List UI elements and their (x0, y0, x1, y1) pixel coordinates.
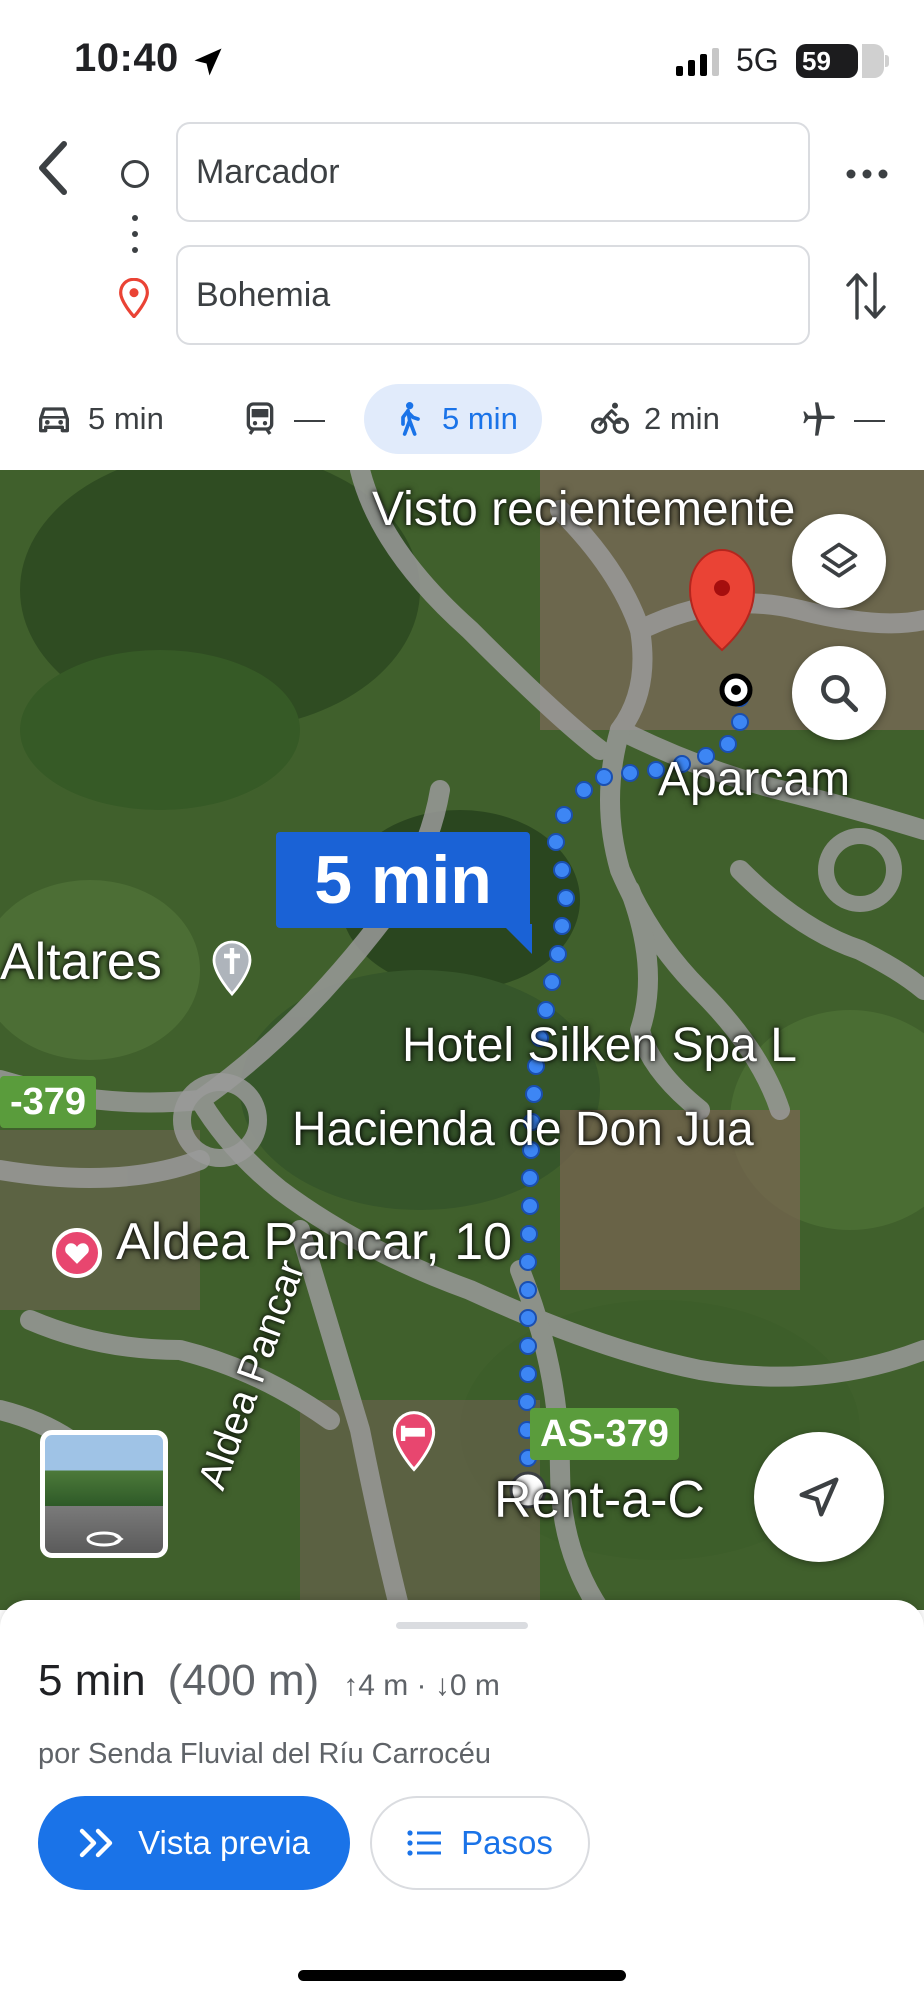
label-aldea-address: Aldea Pancar, 10 (116, 1213, 513, 1271)
search-icon (821, 675, 859, 713)
preview-button[interactable]: Vista previa (38, 1796, 350, 1890)
more-options-icon[interactable] (842, 156, 892, 192)
bike-icon (591, 402, 629, 434)
route-elevation: ↑4 m · ↓0 m (343, 1669, 500, 1702)
route-dots-icon (132, 215, 138, 253)
mode-walking[interactable]: 5 min (364, 384, 542, 454)
mode-walking-label: 5 min (442, 401, 518, 436)
church-pin-icon (212, 940, 252, 996)
mode-flight[interactable]: — (800, 384, 885, 454)
mode-driving-label: 5 min (88, 401, 164, 436)
battery-icon: 59 (796, 44, 889, 78)
travel-mode-bar: 5 min — 5 min 2 min — (0, 384, 924, 456)
steps-button[interactable]: Pasos (370, 1796, 590, 1890)
label-recently-viewed: Visto recientemente (372, 483, 796, 536)
mode-driving[interactable]: 5 min (34, 384, 164, 454)
preview-button-label: Vista previa (138, 1824, 310, 1861)
list-icon (407, 1829, 443, 1857)
map-view[interactable]: Visto recientemente Aparcam Altares Hote… (0, 470, 924, 1610)
street-view-360-icon (86, 1531, 124, 1547)
sheet-drag-handle[interactable] (396, 1622, 528, 1629)
road-badge-left: -379 (0, 1076, 97, 1128)
car-icon (39, 407, 70, 433)
label-hotel-line1: Hotel Silken Spa L (402, 1019, 797, 1072)
origin-input[interactable]: Marcador (176, 122, 810, 222)
destination-pin-icon (119, 278, 149, 318)
location-arrow-icon (194, 48, 222, 76)
status-time: 10:40 (74, 36, 179, 80)
steps-button-label: Pasos (461, 1824, 553, 1861)
layers-icon (820, 542, 858, 578)
label-hotel-line2: Hacienda de Don Jua (292, 1103, 754, 1156)
label-parking: Aparcam (658, 753, 851, 806)
mode-flight-label: — (854, 401, 885, 436)
saved-place-heart-icon (52, 1228, 102, 1278)
walk-icon (401, 402, 420, 436)
search-along-route-button[interactable] (792, 646, 886, 740)
flight-icon (803, 402, 835, 436)
route-details-sheet: 5 min (400 m) ↑4 m · ↓0 m por Senda Fluv… (0, 1600, 924, 2000)
hotel-pin-icon (392, 1411, 436, 1472)
label-altares: Altares (0, 933, 162, 991)
home-indicator (298, 1970, 626, 1981)
double-chevron-icon (78, 1826, 120, 1860)
route-time-callout: 5 min (276, 832, 532, 954)
network-type: 5G (736, 42, 779, 78)
transit-icon (246, 402, 274, 435)
layers-button[interactable] (792, 514, 886, 608)
destination-input[interactable]: Bohemia (176, 245, 810, 345)
battery-level: 59 (802, 46, 831, 76)
route-via: por Senda Fluvial del Ríu Carrocéu (38, 1738, 491, 1770)
origin-circle-icon (121, 160, 149, 188)
status-bar: 10:40 5G 59 (0, 0, 924, 120)
recenter-button[interactable] (754, 1432, 884, 1562)
route-distance: (400 m) (167, 1656, 320, 1705)
back-button[interactable] (30, 138, 78, 198)
mode-cycling-label: 2 min (644, 401, 720, 436)
swap-icon[interactable] (844, 268, 888, 324)
mode-cycling[interactable]: 2 min (590, 384, 720, 454)
label-rent-a-car-text: Rent-a-C (494, 1471, 705, 1529)
route-duration: 5 min (38, 1656, 146, 1705)
road-badge-as379: AS-379 (530, 1408, 679, 1460)
street-view-thumbnail[interactable] (40, 1430, 168, 1558)
navigation-arrow-icon (799, 1477, 839, 1517)
signal-icon (676, 48, 719, 76)
mode-transit[interactable]: — (240, 384, 325, 454)
route-summary: 5 min (400 m) ↑4 m · ↓0 m (38, 1656, 500, 1706)
mode-transit-label: — (294, 401, 325, 436)
